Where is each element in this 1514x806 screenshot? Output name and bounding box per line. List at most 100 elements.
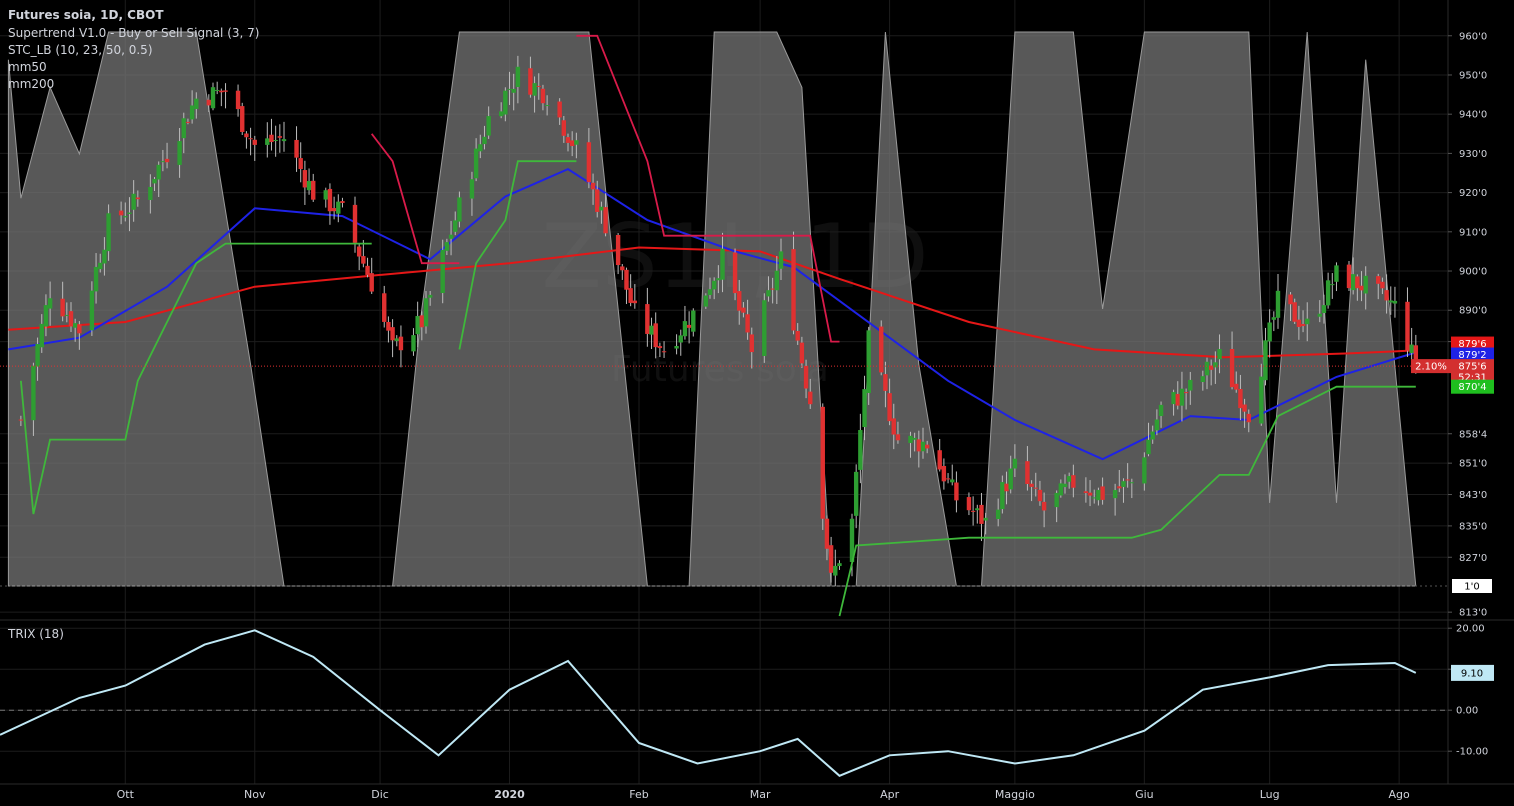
candle-body	[160, 161, 166, 163]
candle-body	[737, 291, 742, 311]
candle-body	[214, 89, 220, 91]
candle-body	[419, 315, 425, 328]
candle-body	[808, 391, 813, 405]
candle-body	[123, 216, 128, 218]
candle-body	[1330, 284, 1335, 286]
candle	[210, 82, 216, 111]
candle	[398, 325, 404, 368]
candle-body	[645, 304, 650, 334]
candle-body	[824, 518, 830, 549]
candle-body	[716, 278, 721, 281]
candle-body	[106, 213, 111, 252]
candle	[340, 197, 345, 208]
chart-area[interactable]: ZS1!, 1D Futures soia 960'0950'0940'0930…	[0, 0, 1514, 806]
candle	[294, 126, 299, 172]
trix-tick-label: 0.00	[1456, 706, 1478, 717]
candle-body	[920, 441, 926, 452]
candle-body	[131, 193, 136, 210]
candle-body	[720, 248, 725, 280]
candle	[248, 127, 253, 156]
candle-body	[181, 118, 186, 139]
candle	[273, 125, 278, 157]
price-tick-label: 900'0	[1459, 267, 1487, 278]
candle	[306, 168, 312, 195]
candle-body	[423, 298, 429, 327]
candle-body	[1275, 290, 1281, 318]
legend-mm50[interactable]: mm50	[8, 60, 47, 74]
candle	[1275, 273, 1281, 329]
trix-tick-label: -10.00	[1456, 747, 1488, 758]
time-label: Feb	[629, 788, 648, 801]
stc-badge: 1'0	[1452, 579, 1492, 593]
change-pct-badge-text[interactable]: 2.10%	[1415, 362, 1447, 373]
candle	[336, 194, 341, 223]
legend-supertrend[interactable]: Supertrend V1.0 - Buy or Sell Signal (3,…	[8, 26, 259, 40]
candle-body	[536, 85, 541, 87]
candle-body	[820, 406, 825, 519]
stc-area	[0, 31, 1448, 587]
candle-body	[862, 389, 867, 428]
candle-body	[35, 343, 40, 367]
candle-body	[1296, 319, 1302, 327]
candle-body	[657, 346, 663, 349]
candle-body	[732, 252, 738, 294]
candle-body	[68, 311, 74, 327]
candle-body	[248, 138, 253, 140]
candle-body	[31, 365, 36, 421]
candle-body	[686, 324, 692, 328]
candle	[214, 81, 220, 95]
candle-body	[1392, 300, 1398, 304]
candle-body	[298, 158, 303, 170]
candle-body	[1350, 274, 1356, 291]
candle-body	[511, 88, 516, 93]
candle-body	[361, 256, 366, 264]
candle-body	[1000, 482, 1005, 510]
candle-body	[711, 280, 717, 290]
time-label: Ott	[117, 788, 135, 801]
candle-body	[1300, 323, 1306, 327]
supertrend-badge-text[interactable]: 870'4	[1458, 382, 1486, 393]
candle-body	[879, 326, 884, 373]
candle-body	[595, 189, 600, 212]
candle-body	[970, 510, 976, 512]
trix-pane	[0, 619, 1514, 777]
candle-body	[469, 179, 475, 199]
candle-body	[323, 190, 328, 200]
price-tick-label: 960'0	[1459, 31, 1487, 42]
time-label: Mar	[750, 788, 771, 801]
candle	[240, 102, 245, 136]
candle	[1325, 272, 1331, 309]
candle-body	[18, 419, 24, 421]
candle-body	[707, 289, 713, 295]
trix-badge-text[interactable]: 9.10	[1461, 668, 1483, 679]
candle-body	[365, 265, 370, 275]
stc-badge-text[interactable]: 1'0	[1464, 582, 1479, 593]
candle-body	[294, 139, 299, 158]
legend-stc[interactable]: STC_LB (10, 23, 50, 0.5)	[8, 43, 153, 57]
supertrend-badge: 870'4	[1451, 379, 1494, 394]
candle-body	[390, 327, 395, 341]
legend-mm200[interactable]: mm200	[8, 77, 54, 91]
candle-body	[352, 204, 358, 243]
candle	[820, 403, 825, 530]
candle-body	[983, 517, 988, 521]
candle-body	[532, 83, 537, 96]
legend-title[interactable]: Futures soia, 1D, CBOT	[8, 8, 164, 22]
candle-body	[210, 87, 216, 109]
candle-body	[803, 365, 809, 389]
price-tick-label: 827'0	[1459, 553, 1487, 564]
candle	[244, 131, 249, 149]
candle-body	[156, 164, 161, 180]
chart-svg[interactable]: ZS1!, 1D Futures soia 960'0950'0940'0930…	[0, 0, 1514, 806]
candle-body	[766, 290, 771, 297]
candle-body	[1121, 481, 1126, 487]
candle-body	[1292, 302, 1297, 322]
legend-trix[interactable]: TRIX (18)	[7, 627, 64, 641]
candle-body	[833, 565, 838, 576]
candle-body	[891, 418, 896, 435]
time-label: Nov	[244, 788, 266, 801]
candle-body	[77, 324, 82, 334]
candle-body	[482, 136, 487, 145]
candle-body	[1384, 290, 1389, 301]
candle-body	[1117, 486, 1122, 489]
